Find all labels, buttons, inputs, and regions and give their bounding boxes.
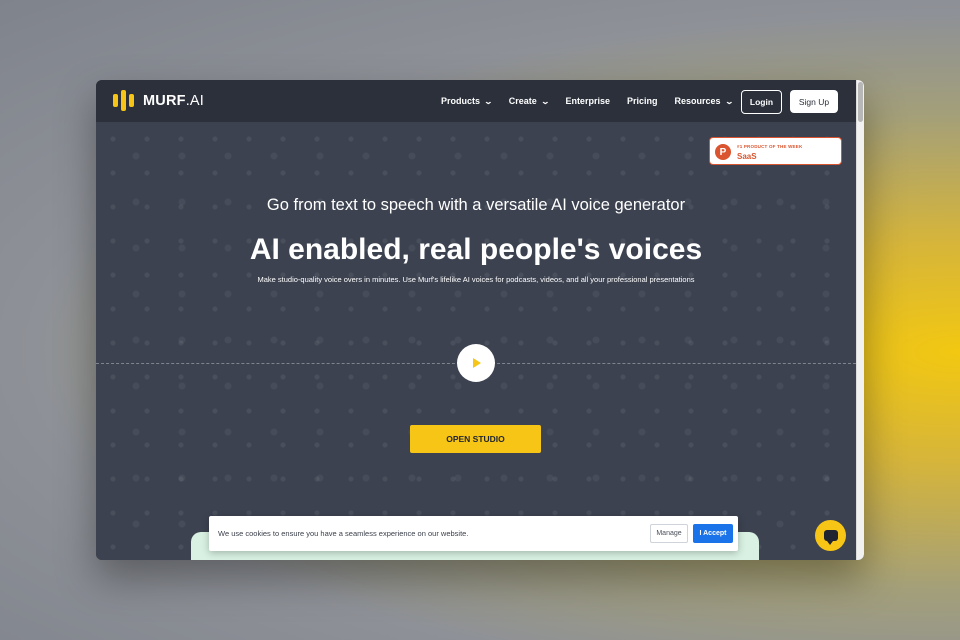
signup-button[interactable]: Sign Up (790, 90, 838, 113)
chevron-down-icon: ⌄ (483, 96, 494, 106)
chevron-down-icon: ⌄ (724, 96, 734, 106)
nav-item-label: Create (508, 96, 537, 106)
murf-logo[interactable]: MURF.AI (113, 90, 204, 111)
chat-icon (823, 530, 838, 545)
logo-main-text: MURF (143, 92, 186, 109)
chevron-down-icon: ⌄ (540, 96, 550, 106)
nav-item-pricing[interactable]: Pricing (627, 96, 658, 106)
murf-logo-icon (113, 90, 134, 111)
cookie-text: We use cookies to ensure you have a seam… (218, 529, 469, 538)
cookie-banner: We use cookies to ensure you have a seam… (209, 516, 738, 551)
browser-window: MURF.AI Products ⌄ Create ⌄ Enterprise P… (96, 80, 864, 560)
nav-item-enterprise[interactable]: Enterprise (565, 96, 610, 106)
hero-section: P #1 PRODUCT OF THE WEEK SaaS Go from te… (96, 122, 856, 560)
nav-links: Products ⌄ Create ⌄ Enterprise Pricing R… (441, 80, 749, 122)
nav-item-label: Resources (674, 96, 721, 106)
nav-item-products[interactable]: Products ⌄ (441, 96, 494, 106)
chat-button[interactable] (815, 520, 846, 551)
hero-headline: AI enabled, real people's voices (249, 233, 703, 266)
top-navbar: MURF.AI Products ⌄ Create ⌄ Enterprise P… (96, 80, 856, 122)
producthunt-badge[interactable]: P #1 PRODUCT OF THE WEEK SaaS (709, 137, 842, 165)
producthunt-icon: P (715, 144, 731, 160)
manage-cookies-button[interactable]: Manage (650, 524, 688, 543)
nav-item-create[interactable]: Create ⌄ (508, 96, 550, 106)
badge-top-text: #1 PRODUCT OF THE WEEK (737, 144, 803, 149)
play-icon (473, 358, 481, 368)
nav-item-label: Pricing (626, 96, 658, 106)
play-button[interactable] (457, 344, 495, 382)
scrollbar-thumb[interactable] (858, 82, 863, 122)
nav-item-label: Products (441, 96, 481, 106)
open-studio-button[interactable]: OPEN STUDIO (410, 425, 541, 453)
nav-item-label: Enterprise (565, 96, 610, 106)
login-button[interactable]: Login (741, 90, 782, 114)
scrollbar[interactable] (856, 80, 864, 560)
hero-subtitle: Go from text to speech with a versatile … (266, 196, 686, 214)
logo-text: MURF.AI (143, 93, 204, 109)
nav-item-resources[interactable]: Resources ⌄ (674, 96, 734, 106)
accept-cookies-button[interactable]: I Accept (693, 524, 733, 543)
badge-bottom-text: SaaS (737, 152, 757, 161)
logo-suffix-text: .AI (185, 92, 205, 109)
hero-description: Make studio-quality voice overs in minut… (257, 275, 695, 284)
